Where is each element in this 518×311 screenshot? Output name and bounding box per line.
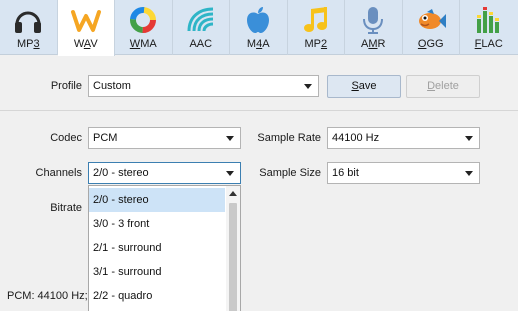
tab-label-flac: FLAC	[474, 38, 503, 50]
headphones-icon	[15, 11, 42, 33]
tab-mp2[interactable]: MP2	[288, 0, 345, 55]
sample-size-label: Sample Size	[259, 167, 321, 179]
delete-button-label: Delete	[427, 80, 459, 92]
channels-value: 2/0 - stereo	[93, 167, 149, 179]
chevron-down-icon	[226, 136, 234, 141]
tab-label-mp2: MP2	[304, 38, 328, 50]
codec-value: PCM	[93, 132, 118, 144]
bitrate-label: Bitrate	[50, 202, 82, 214]
tab-label-amr: AMR	[361, 38, 386, 50]
profile-select[interactable]: Custom	[88, 75, 319, 97]
tab-wav[interactable]: WAV	[57, 0, 115, 56]
scroll-up-arrow-icon[interactable]	[229, 191, 237, 196]
status-text: PCM: 44100 Hz;	[7, 290, 88, 302]
sample-rate-label: Sample Rate	[257, 132, 321, 144]
tab-m4a[interactable]: M4A	[230, 0, 288, 55]
settings-pane: Profile Custom Save Delete Codec PCM Sam…	[0, 56, 518, 311]
codec-label: Codec	[50, 132, 82, 144]
microphone-icon	[363, 7, 384, 34]
scrollbar-thumb[interactable]	[229, 203, 237, 311]
profile-value: Custom	[93, 80, 131, 92]
sample-rate-select[interactable]: 44100 Hz	[327, 127, 480, 149]
tab-label-aac: AAC	[189, 38, 213, 50]
chevron-down-icon	[304, 84, 312, 89]
tab-label-ogg: OGG	[417, 38, 444, 50]
profile-label: Profile	[50, 80, 82, 92]
tab-flac[interactable]: FLAC	[460, 0, 518, 55]
dropdown-option[interactable]: 2/1 - surround	[89, 236, 225, 260]
chevron-down-icon	[465, 136, 473, 141]
dropdown-option[interactable]: 3/1 - surround	[89, 260, 225, 284]
tab-ogg[interactable]: OGG	[403, 0, 460, 55]
divider	[0, 110, 518, 111]
tab-aac[interactable]: AAC	[173, 0, 230, 55]
fish-icon	[418, 9, 446, 29]
tab-mp3[interactable]: MP3	[0, 0, 58, 55]
codec-select[interactable]: PCM	[88, 127, 241, 149]
channels-label: Channels	[35, 167, 82, 179]
music-note-icon	[303, 7, 327, 32]
dropdown-option[interactable]: 3/0 - 3 front	[89, 212, 225, 236]
apple-icon	[247, 7, 270, 33]
format-tab-strip: MP3 WAV WMA AAC M4A MP2 AMR OGG FLAC	[0, 0, 518, 56]
save-button[interactable]: Save	[327, 75, 401, 98]
aac-wave-icon	[187, 7, 213, 32]
tab-label-wav: WAV	[73, 38, 98, 50]
channels-dropdown-list: 2/0 - stereo 3/0 - 3 front 2/1 - surroun…	[88, 185, 241, 311]
tab-amr[interactable]: AMR	[345, 0, 403, 55]
dropdown-option[interactable]: 2/2 - quadro	[89, 284, 225, 308]
tab-label-m4a: M4A	[246, 38, 270, 50]
channels-select[interactable]: 2/0 - stereo	[88, 162, 241, 184]
save-button-label: Save	[351, 80, 377, 92]
wav-w-icon	[70, 10, 101, 32]
dropdown-option[interactable]: 2/0 - stereo	[89, 188, 225, 212]
equalizer-icon	[476, 7, 499, 33]
sample-size-value: 16 bit	[332, 167, 359, 179]
tab-label-mp3: MP3	[16, 38, 40, 50]
delete-button[interactable]: Delete	[406, 75, 480, 98]
chevron-down-icon	[226, 171, 234, 176]
sample-rate-value: 44100 Hz	[332, 132, 380, 144]
sample-size-select[interactable]: 16 bit	[327, 162, 480, 184]
chevron-down-icon	[465, 171, 473, 176]
dropdown-scrollbar[interactable]	[226, 186, 240, 311]
tab-label-wma: WMA	[129, 38, 157, 50]
wma-ring-icon	[130, 7, 157, 33]
tab-wma[interactable]: WMA	[115, 0, 173, 55]
